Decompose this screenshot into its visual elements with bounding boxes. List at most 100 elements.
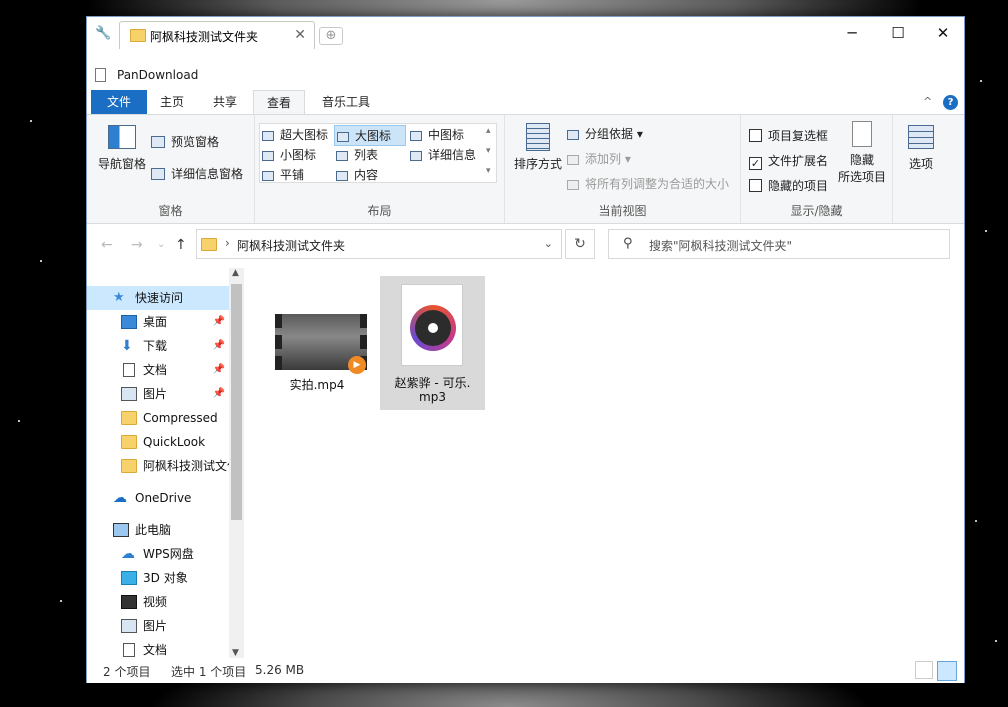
file-item-mp3[interactable]: 赵紫骅 - 可乐. mp3 (380, 276, 485, 410)
layout-list[interactable]: 列表 (336, 146, 378, 163)
search-placeholder: 搜索"阿枫科技测试文件夹" (649, 239, 793, 253)
forward-arrow-icon[interactable]: → (131, 237, 143, 253)
nav-label: 阿枫科技测试文件夹 (143, 459, 229, 473)
title-bar: 🔧 阿枫科技测试文件夹 ✕ ⊕ ─ ☐ ✕ (87, 17, 964, 49)
close-button[interactable]: ✕ (920, 17, 966, 49)
nav-item-quicklook[interactable]: QuickLook (87, 430, 229, 454)
file-extensions-toggle[interactable]: ✓ 文件扩展名 (749, 152, 828, 170)
address-bar[interactable]: › 阿枫科技测试文件夹 ⌄ (196, 229, 562, 259)
pin-icon[interactable]: 📌 (213, 310, 225, 334)
refresh-button[interactable]: ↻ (565, 229, 595, 259)
details-pane-label: 详细信息窗格 (171, 167, 244, 181)
layout-extra-large[interactable]: 超大图标 (262, 126, 328, 143)
selected-count: 选中 1 个项目 (171, 665, 247, 679)
nav-item-documents-pc[interactable]: 文档 (87, 638, 229, 658)
folder-tab[interactable]: 阿枫科技测试文件夹 ✕ (119, 21, 315, 49)
sort-button[interactable]: 排序方式 (509, 123, 567, 172)
scroll-down-icon[interactable]: ▾ (486, 146, 491, 156)
nav-item-desktop[interactable]: 桌面 📌 (87, 310, 229, 334)
maximize-button[interactable]: ☐ (875, 17, 921, 49)
nav-item-documents[interactable]: 文档 📌 (87, 358, 229, 382)
video-thumbnail-icon: ▶ (275, 314, 367, 374)
tab-home[interactable]: 主页 (147, 90, 197, 114)
chevron-down-icon[interactable]: ⌄ (544, 237, 553, 250)
file-extensions-label: 文件扩展名 (768, 154, 829, 168)
layout-content[interactable]: 内容 (336, 166, 378, 183)
breadcrumb[interactable]: 阿枫科技测试文件夹 (237, 237, 345, 254)
details-pane-button[interactable]: 详细信息窗格 (151, 165, 243, 182)
group-layout-label: 布局 (367, 204, 392, 218)
nav-item-test-folder[interactable]: 阿枫科技测试文件夹 (87, 454, 229, 478)
tab-music-tools[interactable]: 音乐工具 (309, 90, 383, 114)
item-checkboxes-toggle[interactable]: 项目复选框 (749, 127, 828, 144)
cloud-icon: ☁ (121, 546, 135, 562)
layout-label: 中图标 (428, 128, 465, 142)
file-item-mp4[interactable]: ▶ 实拍.mp4 (267, 308, 367, 408)
tab-view[interactable]: 查看 (253, 90, 305, 114)
fit-columns-button[interactable]: 将所有列调整为合适的大小 (567, 175, 729, 192)
nav-item-3d-objects[interactable]: 3D 对象 (87, 566, 229, 590)
hide-selected-button[interactable]: 隐藏 所选项目 (837, 121, 887, 185)
wrench-icon[interactable]: 🔧 (95, 26, 111, 42)
nav-item-pictures-pc[interactable]: 图片 (87, 614, 229, 638)
large-icons-view-button[interactable] (937, 661, 957, 681)
navigation-bar: ← → ⌄ ↑ › 阿枫科技测试文件夹 ⌄ ↻ ⚲ 搜索"阿枫科技测试文件夹" (87, 225, 964, 265)
pin-icon[interactable]: 📌 (213, 358, 225, 382)
nav-label: 文档 (143, 643, 168, 657)
nav-item-wps[interactable]: ☁ WPS网盘 (87, 542, 229, 566)
close-tab-icon[interactable]: ✕ (294, 27, 306, 43)
scrollbar-thumb[interactable] (231, 284, 242, 520)
nav-pane-button[interactable]: 导航窗格 (97, 121, 147, 183)
layout-details[interactable]: 详细信息 (410, 146, 476, 163)
group-by-button[interactable]: 分组依据 ▾ (567, 125, 643, 142)
group-current-view-label: 当前视图 (598, 204, 647, 218)
folder-icon (121, 411, 137, 425)
chevron-right-icon[interactable]: › (225, 236, 230, 250)
nav-item-onedrive[interactable]: ☁ OneDrive (87, 486, 229, 510)
layout-tiles[interactable]: 平铺 (262, 166, 304, 183)
recent-dropdown-icon[interactable]: ⌄ (157, 239, 165, 250)
pin-icon[interactable]: 📌 (213, 382, 225, 406)
nav-item-pictures[interactable]: 图片 📌 (87, 382, 229, 406)
nav-item-downloads[interactable]: ⬇ 下载 📌 (87, 334, 229, 358)
download-icon: ⬇ (121, 338, 133, 354)
nav-item-compressed[interactable]: Compressed (87, 406, 229, 430)
layout-label: 内容 (354, 168, 379, 182)
nav-item-quick-access[interactable]: ★ 快速访问 (87, 286, 229, 310)
expand-gallery-icon[interactable]: ▾ (486, 166, 491, 176)
scroll-up-arrow-icon[interactable]: ▲ (232, 268, 239, 278)
search-input[interactable]: ⚲ 搜索"阿枫科技测试文件夹" (608, 229, 950, 259)
large-icons-icon (337, 132, 349, 142)
scroll-up-icon[interactable]: ▴ (486, 126, 491, 136)
new-tab-button[interactable]: ⊕ (319, 27, 343, 45)
layout-small[interactable]: 小图标 (262, 146, 316, 163)
nav-scrollbar[interactable]: ▲ ▼ (229, 268, 244, 658)
layout-medium[interactable]: 中图标 (410, 126, 464, 143)
help-icon[interactable]: ? (943, 95, 958, 110)
layout-label: 超大图标 (280, 128, 329, 142)
details-view-button[interactable] (915, 661, 933, 679)
layout-large[interactable]: 大图标 (334, 125, 407, 146)
up-arrow-icon[interactable]: ↑ (175, 237, 187, 253)
scroll-down-arrow-icon[interactable]: ▼ (232, 648, 239, 658)
tab-file[interactable]: 文件 (91, 90, 147, 114)
nav-item-this-pc[interactable]: 此电脑 (87, 518, 229, 542)
layout-label: 小图标 (280, 148, 317, 162)
nav-label: 下载 (143, 339, 168, 353)
add-columns-button[interactable]: 添加列 ▾ (567, 150, 631, 167)
tab-share[interactable]: 共享 (199, 90, 251, 114)
collapse-ribbon-icon[interactable]: ^ (923, 95, 932, 108)
computer-icon (113, 523, 129, 537)
layout-label: 详细信息 (428, 148, 477, 162)
preview-pane-button[interactable]: 预览窗格 (151, 133, 219, 150)
options-button[interactable]: 选项 (901, 125, 941, 172)
music-file-icon (401, 284, 463, 366)
back-arrow-icon[interactable]: ← (101, 237, 113, 253)
group-layout: 超大图标 大图标 中图标 小图标 列表 详细信息 平铺 内容 ▴ ▾ ▾ 布局 (255, 115, 505, 223)
minimize-button[interactable]: ─ (829, 17, 875, 49)
group-show-hide-label: 显示/隐藏 (790, 204, 843, 218)
hidden-items-toggle[interactable]: 隐藏的项目 (749, 177, 828, 194)
nav-item-videos[interactable]: 视频 (87, 590, 229, 614)
layout-label: 大图标 (355, 129, 392, 143)
pin-icon[interactable]: 📌 (213, 334, 225, 358)
